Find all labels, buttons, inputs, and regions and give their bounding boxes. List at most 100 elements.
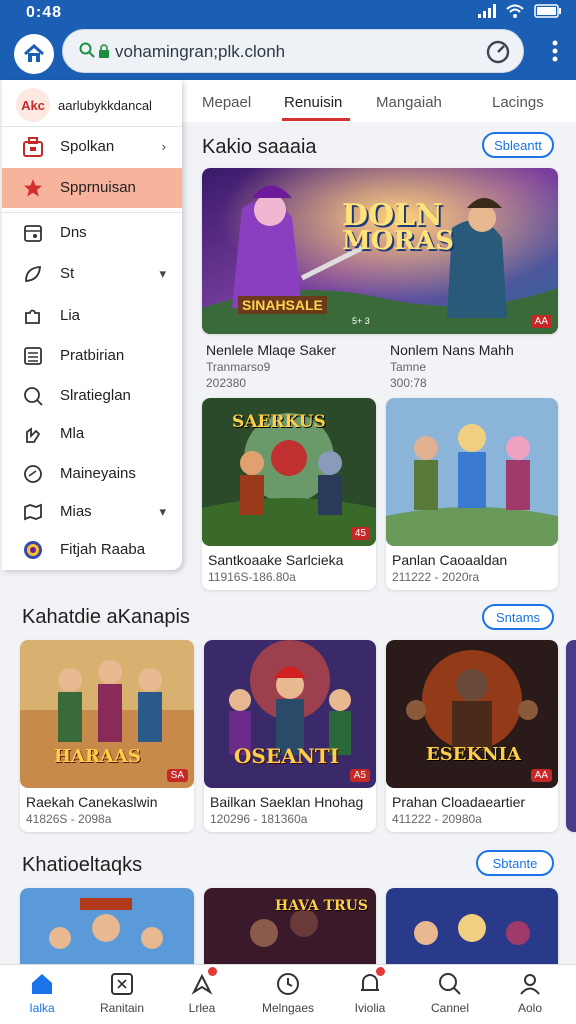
drawer-item-label: St — [60, 265, 75, 282]
game-thumbnail — [386, 640, 558, 788]
star-icon — [24, 179, 42, 197]
game-meta: 120296 - 181360a — [210, 812, 308, 826]
drawer-item-spolkan[interactable]: Spolkan › — [2, 126, 182, 166]
browser-toolbar: vohamingran;plk.clonh — [0, 26, 576, 80]
see-all-button-2[interactable]: Sntams — [482, 604, 554, 630]
age-badge: 45 — [350, 527, 370, 540]
game-thumbnail — [20, 888, 194, 964]
search-icon — [24, 387, 43, 406]
drawer-item-mias[interactable]: Mias ▾ — [2, 492, 182, 532]
address-bar[interactable]: vohamingran;plk.clonh — [62, 29, 524, 73]
nav-item-aolo[interactable]: Aolo — [490, 971, 570, 1015]
chevron-down-icon: ▾ — [159, 266, 166, 281]
active-tab-indicator — [282, 118, 350, 121]
game-thumbnail — [386, 888, 558, 964]
game-logo: HAVA TRUS — [275, 898, 368, 914]
game-card[interactable]: ESEKNIA AA Prahan Cloadaeartier 411222 -… — [386, 640, 558, 832]
nav-label: Cannel — [430, 1001, 470, 1015]
nav-item-cannel[interactable]: Cannel — [410, 971, 490, 1015]
drawer-item-label: Slratieglan — [60, 387, 131, 404]
hero-card[interactable]: DOLN MORAS SINAHSALE 5+ 3 AA — [202, 168, 558, 334]
see-all-button-1[interactable]: Sbleantt — [482, 132, 554, 158]
nav-label: Aolo — [517, 1001, 543, 1015]
drawer-item-st[interactable]: St ▾ — [2, 254, 182, 294]
drawer-item-spprnuisan[interactable]: Spprnuisan — [2, 168, 182, 208]
game-card-partial[interactable] — [566, 640, 576, 832]
wifi-icon — [506, 4, 524, 18]
drawer-header: Akc aarlubykkdancal — [16, 88, 152, 122]
nav-item-home[interactable]: Ialka — [2, 971, 82, 1015]
see-all-button-3[interactable]: Sbtante — [476, 850, 554, 876]
nav-label: Lrlea — [188, 1001, 216, 1015]
status-icons — [478, 4, 562, 18]
game-logo: OSEANTI — [234, 744, 340, 768]
drawer-item-label: Lia — [60, 307, 81, 324]
home-button[interactable] — [14, 34, 54, 74]
drawer-item-pratbirian[interactable]: Pratbirian — [2, 336, 182, 376]
leaf-icon — [25, 266, 41, 282]
tab-lacings[interactable]: Lacings — [492, 94, 544, 111]
hero-right-sub2: 300:78 — [390, 376, 427, 390]
game-title: Raekah Canekaslwin — [26, 794, 158, 810]
list-icon — [24, 347, 42, 365]
reload-icon[interactable] — [485, 39, 511, 65]
lock-icon — [99, 44, 109, 58]
drawer-item-fitjah-raaba[interactable]: Fitjah Raaba — [2, 530, 182, 570]
battery-icon — [534, 4, 561, 18]
age-badge: SA — [166, 769, 188, 782]
side-drawer: Akc aarlubykkdancal Spolkan › Spprnuisan… — [2, 80, 182, 570]
hero-logo-subtitle: MORAS — [342, 226, 454, 256]
game-card[interactable]: Panlan Caoaaldan 211222 - 2020ra — [386, 398, 558, 590]
hero-banner: SINAHSALE — [238, 296, 327, 314]
tab-mangaiah[interactable]: Mangaiah — [376, 94, 442, 111]
age-badge: AA — [530, 769, 552, 782]
avatar-icon — [24, 541, 42, 559]
url-text: vohamingran;plk.clonh — [115, 42, 286, 61]
notification-dot — [208, 967, 217, 976]
nav-item-lrlea[interactable]: Lrlea — [162, 967, 242, 1015]
game-meta: 11916S-186.80a — [208, 570, 296, 584]
game-logo: HARAAS — [54, 746, 141, 767]
drawer-item-maineyains[interactable]: Maineyains — [2, 454, 182, 494]
game-meta: 411222 - 20980a — [392, 812, 482, 826]
drawer-item-lia[interactable]: Lia — [2, 296, 182, 336]
game-card[interactable]: HARAAS SA Raekah Canekaslwin 41826S - 20… — [20, 640, 194, 832]
more-options-icon[interactable] — [552, 40, 558, 62]
game-card[interactable]: HAVA TRUS — [204, 888, 376, 964]
hand-icon — [26, 427, 41, 443]
drawer-item-slratieglan[interactable]: Slratieglan — [2, 376, 182, 416]
category-tabs: Mepael Renuisin Mangaiah Lacings — [182, 80, 576, 122]
calendar-icon — [24, 225, 42, 242]
game-logo: ESEKNIA — [426, 744, 521, 765]
game-card[interactable]: SAERKUS 45 Santkoaake Sarlcieka 11916S-1… — [202, 398, 376, 590]
game-title: Santkoaake Sarlcieka — [208, 552, 344, 568]
briefcase-icon — [23, 137, 43, 157]
tab-mepael[interactable]: Mepael — [202, 94, 251, 111]
hero-left-title: Nenlele Mlaqe Saker — [206, 342, 336, 358]
chat-icon — [24, 465, 42, 483]
map-icon — [24, 503, 42, 521]
game-meta: 211222 - 2020ra — [392, 570, 480, 584]
tab-renuisin[interactable]: Renuisin — [284, 94, 342, 111]
game-card[interactable] — [386, 888, 558, 964]
hero-left-sub2: 202380 — [206, 376, 247, 390]
puzzle-icon — [25, 309, 40, 324]
grid-icon — [111, 973, 133, 995]
game-card[interactable] — [20, 888, 194, 964]
nav-item-ranitain[interactable]: Ranitain — [82, 971, 162, 1015]
nav-label: Melngaes — [261, 1001, 315, 1015]
drawer-item-dns[interactable]: Dns — [2, 212, 182, 252]
status-time: 0:48 — [26, 4, 63, 21]
hero-right-title: Nonlem Nans Mahh — [390, 342, 514, 358]
game-card[interactable]: OSEANTI A5 Bailkan Saeklan Hnohag 120296… — [204, 640, 376, 832]
nav-item-melngaes[interactable]: Melngaes — [248, 971, 328, 1015]
home-icon — [24, 43, 44, 62]
nav-label: Ranitain — [99, 1001, 145, 1015]
search-icon — [439, 973, 461, 995]
nav-item-iviolia[interactable]: Iviolia — [330, 967, 410, 1015]
drawer-item-mla[interactable]: Mla — [2, 414, 182, 454]
notification-dot — [376, 967, 385, 976]
drawer-item-label: Dns — [60, 224, 87, 241]
drawer-item-label: Pratbirian — [60, 347, 125, 364]
section-title-2: Kahatdie aKanapis — [22, 606, 190, 628]
